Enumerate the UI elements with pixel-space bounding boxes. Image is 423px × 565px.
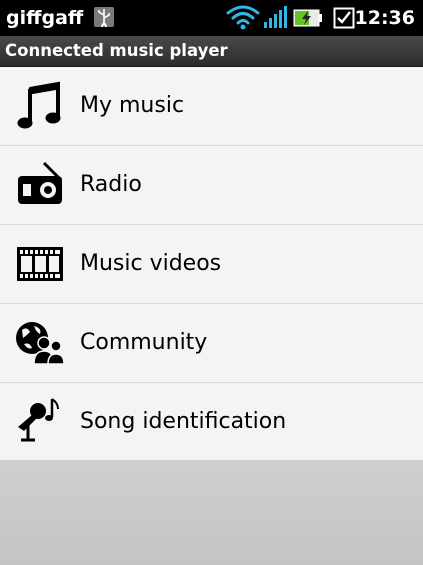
radio-icon: [14, 160, 66, 210]
status-bar: giffgaff 12:36: [0, 0, 423, 36]
film-strip-icon: [14, 239, 66, 289]
empty-background: [0, 460, 423, 565]
menu-label-song-identification: Song identification: [80, 409, 287, 434]
menu-label-my-music: My music: [80, 93, 185, 118]
usb-icon: [94, 7, 114, 27]
carrier-name: giffgaff: [6, 7, 84, 29]
globe-people-icon: [14, 318, 66, 368]
menu-item-community[interactable]: Community: [0, 304, 423, 383]
menu-list: My music Radio Music videos Community So…: [0, 67, 423, 462]
clock: 12:36: [354, 7, 415, 29]
menu-item-song-identification[interactable]: Song identification: [0, 383, 423, 462]
menu-label-community: Community: [80, 330, 208, 355]
battery-charging-icon: [293, 8, 323, 32]
page-title: Connected music player: [5, 41, 228, 60]
menu-item-my-music[interactable]: My music: [0, 67, 423, 146]
signal-icon: [263, 5, 289, 33]
menu-label-radio: Radio: [80, 172, 142, 197]
menu-label-music-videos: Music videos: [80, 251, 222, 276]
music-note-icon: [14, 81, 66, 131]
menu-item-radio[interactable]: Radio: [0, 146, 423, 225]
wifi-icon: [226, 4, 260, 34]
microphone-note-icon: [14, 397, 66, 447]
checkbox-notification-icon: [333, 7, 355, 33]
menu-item-music-videos[interactable]: Music videos: [0, 225, 423, 304]
title-bar: Connected music player: [0, 36, 423, 67]
